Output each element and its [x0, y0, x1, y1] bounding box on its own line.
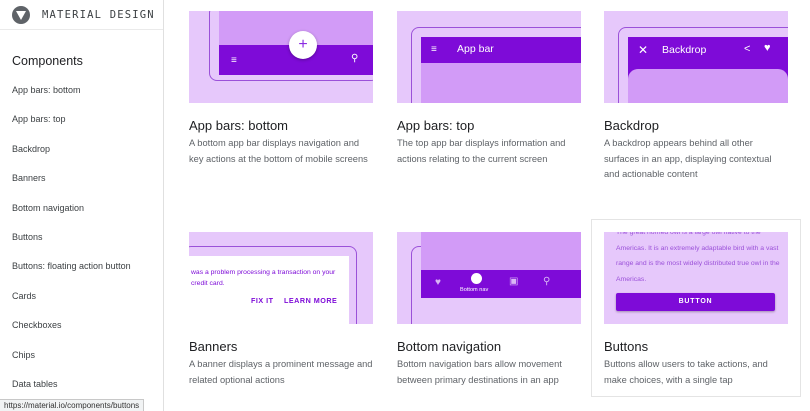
- share-icon: <: [744, 43, 751, 55]
- card-buttons[interactable]: The great horned owl is a large owl nati…: [604, 232, 788, 385]
- card-description: A bottom app bar displays navigation and…: [189, 138, 368, 164]
- sidebar-item-app-bars-bottom[interactable]: App bars: bottom: [0, 76, 164, 105]
- section-title-components: Components: [12, 54, 83, 68]
- top-app-bar: ≡ App bar ⚲: [421, 37, 581, 63]
- backdrop-label: Backdrop: [662, 44, 707, 56]
- card-thumbnail: ✕ Backdrop < ♥: [604, 11, 788, 103]
- heart-icon: ♥: [435, 277, 441, 288]
- sidebar-item-data-tables[interactable]: Data tables: [0, 370, 164, 399]
- account-icon: [471, 273, 482, 284]
- card-app-bars-bottom[interactable]: ≡ ⚲ + App bars: bottom A bottom app bar …: [189, 11, 373, 164]
- card-title: App bars: bottom: [189, 118, 288, 133]
- card-title: App bars: top: [397, 118, 475, 133]
- sidebar-item-buttons-fab[interactable]: Buttons: floating action button: [0, 252, 164, 281]
- banner-message: was a problem processing a transaction o…: [191, 269, 336, 287]
- sidebar: MATERIAL DESIGN Components App bars: bot…: [0, 0, 164, 411]
- sample-body-text: The great horned owl is a large owl nati…: [616, 232, 780, 283]
- sidebar-item-backdrop[interactable]: Backdrop: [0, 135, 164, 164]
- card-title: Backdrop: [604, 118, 659, 133]
- sidebar-item-app-bars-top[interactable]: App bars: top: [0, 105, 164, 134]
- sidebar-item-buttons[interactable]: Buttons: [0, 223, 164, 252]
- sidebar-item-banners[interactable]: Banners: [0, 164, 164, 193]
- card-title: Bottom navigation: [397, 339, 502, 354]
- sidebar-item-bottom-navigation[interactable]: Bottom navigation: [0, 194, 164, 223]
- card-description: Bottom navigation bars allow movement be…: [397, 359, 562, 385]
- app-bar-label: App bar: [457, 43, 494, 55]
- close-icon: ✕: [638, 43, 649, 57]
- card-description: A backdrop appears behind all other surf…: [604, 138, 772, 180]
- sidebar-nav: App bars: bottom App bars: top Backdrop …: [0, 76, 164, 399]
- card-thumbnail: The great horned owl is a large owl nati…: [604, 232, 788, 324]
- menu-icon: ≡: [231, 55, 237, 66]
- card-title: Banners: [189, 339, 238, 354]
- calendar-icon: ▣: [509, 276, 519, 287]
- search-icon: ⚲: [543, 276, 551, 287]
- card-banners[interactable]: was a problem processing a transaction o…: [189, 232, 373, 385]
- material-logo-icon: [12, 5, 30, 24]
- bottom-navigation-bar: [421, 270, 581, 298]
- sample-contained-button: BUTTON: [616, 293, 775, 311]
- card-thumbnail: ♥ Bottom nav ▣ ⚲: [397, 232, 581, 324]
- backdrop-front-layer: [628, 69, 788, 103]
- card-description: Buttons allow users to take actions, and…: [604, 359, 768, 385]
- card-description: A banner displays a prominent message an…: [189, 359, 373, 385]
- card-thumbnail: ≡ ⚲ +: [189, 11, 373, 103]
- card-description: The top app bar displays information and…: [397, 138, 566, 164]
- card-thumbnail: ≡ App bar ⚲: [397, 11, 581, 103]
- card-bottom-navigation[interactable]: ♥ Bottom nav ▣ ⚲ Bottom navigation Botto…: [397, 232, 581, 385]
- sidebar-item-chips[interactable]: Chips: [0, 341, 164, 370]
- card-thumbnail: was a problem processing a transaction o…: [189, 232, 373, 324]
- card-title: Buttons: [604, 339, 649, 354]
- brand-title: MATERIAL DESIGN: [42, 8, 155, 21]
- bottom-nav-label: Bottom nav: [460, 287, 489, 293]
- sidebar-item-checkboxes[interactable]: Checkboxes: [0, 311, 164, 340]
- card-backdrop[interactable]: ✕ Backdrop < ♥ Backdrop A backdrop appea…: [604, 11, 788, 179]
- brand-header[interactable]: MATERIAL DESIGN: [0, 0, 163, 30]
- card-app-bars-top[interactable]: ≡ App bar ⚲ App bars: top The top app ba…: [397, 11, 581, 164]
- banner-surface: [189, 256, 349, 324]
- heart-icon: ♥: [764, 42, 771, 54]
- search-icon: ⚲: [351, 53, 359, 64]
- menu-icon: ≡: [431, 44, 437, 55]
- fab-plus-icon: +: [289, 31, 317, 59]
- banner-learn-more-button: LEARN MORE: [284, 296, 338, 305]
- status-bar-url: https://material.io/components/buttons: [0, 399, 145, 411]
- sidebar-item-cards[interactable]: Cards: [0, 282, 164, 311]
- banner-fix-it-button: FIX IT: [251, 296, 274, 305]
